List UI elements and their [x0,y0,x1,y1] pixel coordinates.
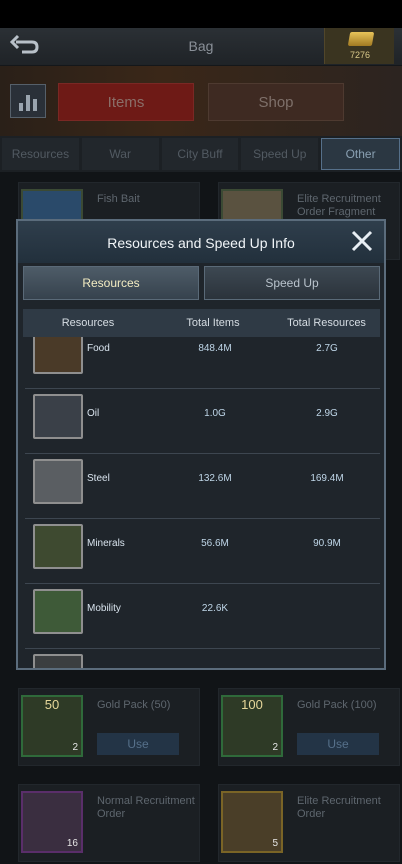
gold-pack-icon: 50 2 [21,695,83,757]
tab-items[interactable]: Items [58,83,194,121]
resource-name: Food [87,343,110,354]
column-header: Total Items [186,317,240,329]
elite-recruitment-order-icon: 5 [221,791,283,853]
use-button[interactable]: Use [97,733,179,755]
resource-name: Oil [87,408,100,419]
column-header: Resources [61,317,115,329]
table-row: Food 848.4M 2.7G [25,337,380,389]
dialog-tab-speed-up[interactable]: Speed Up [204,266,380,300]
gold-pack-icon: 100 2 [221,695,283,757]
bag-item[interactable]: 5 Elite Recruitment Order [218,784,400,862]
item-qty: 16 [66,838,78,849]
header: Bag 7276 [0,28,402,66]
close-icon[interactable] [350,229,374,253]
steel-icon [33,459,83,504]
resources-table[interactable]: Food 848.4M 2.7G Oil 1.0G 2.9G Steel 132… [23,337,380,668]
food-icon [33,337,83,374]
resources-info-dialog: Resources and Speed Up Info Resources Sp… [16,219,386,670]
category-other[interactable]: Other [321,138,400,170]
total-items: 132.6M [198,473,232,484]
resource-name: Steel [87,473,110,484]
total-items: 848.4M [198,343,232,354]
resource-name: Mobility [87,603,121,614]
item-qty: 5 [272,838,278,849]
total-resources: 2.7G [316,343,338,354]
pack-amount: 100 [241,697,263,712]
table-row: Mobility 22.6K [25,585,380,649]
dialog-title: Resources and Speed Up Info [107,235,295,251]
total-items: 22.6K [201,603,229,614]
item-name: Normal Recruitment Order [97,795,195,820]
oil-icon [33,394,83,439]
gold-bar-icon [347,32,375,46]
item-name: Gold Pack (50) [97,699,171,711]
total-items: 56.6M [201,538,229,549]
column-header: Total Resources [287,317,366,329]
pack-amount: 50 [44,697,60,712]
bag-item: 100 2 Gold Pack (100) Use [218,688,400,766]
table-row: Oil 1.0G 2.9G [25,390,380,454]
category-resources[interactable]: Resources [2,138,79,170]
tab-shop[interactable]: Shop [208,83,344,121]
bar-chart-icon [19,95,37,111]
item-qty: 2 [272,742,278,753]
stats-button[interactable] [10,84,46,118]
table-row [25,650,380,668]
category-city-buff[interactable]: City Buff [161,138,239,170]
resource-name: Minerals [87,538,125,549]
item-name: Elite Recruitment Order Fragment [297,193,381,218]
gold-counter[interactable]: 7276 [324,28,394,64]
category-tabs: Resources War City Buff Speed Up Other [0,136,402,172]
category-war[interactable]: War [81,138,159,170]
bag-item: 50 2 Gold Pack (50) Use [18,688,200,766]
item-qty: 2 [72,742,78,753]
status-bar [0,0,402,28]
use-button[interactable]: Use [297,733,379,755]
normal-recruitment-order-icon: 16 [21,791,83,853]
total-resources: 169.4M [310,473,344,484]
total-resources: 2.9G [316,408,338,419]
item-name: Fish Bait [97,193,140,205]
item-name: Elite Recruitment Order [297,795,381,820]
dialog-tab-resources[interactable]: Resources [23,266,199,300]
item-name: Gold Pack (100) [297,699,377,711]
category-speed-up[interactable]: Speed Up [241,138,319,170]
resource-icon [33,654,83,668]
total-resources: 90.9M [313,538,341,549]
table-row: Minerals 56.6M 90.9M [25,520,380,584]
gold-amount: 7276 [349,50,371,60]
bag-item[interactable]: 16 Normal Recruitment Order [18,784,200,862]
dialog-header: Resources and Speed Up Info [18,221,384,263]
table-row: Steel 132.6M 169.4M [25,455,380,519]
total-items: 1.0G [204,408,226,419]
table-header: Resources Total Items Total Resources [23,309,380,337]
mobility-icon [33,589,83,634]
minerals-icon [33,524,83,569]
